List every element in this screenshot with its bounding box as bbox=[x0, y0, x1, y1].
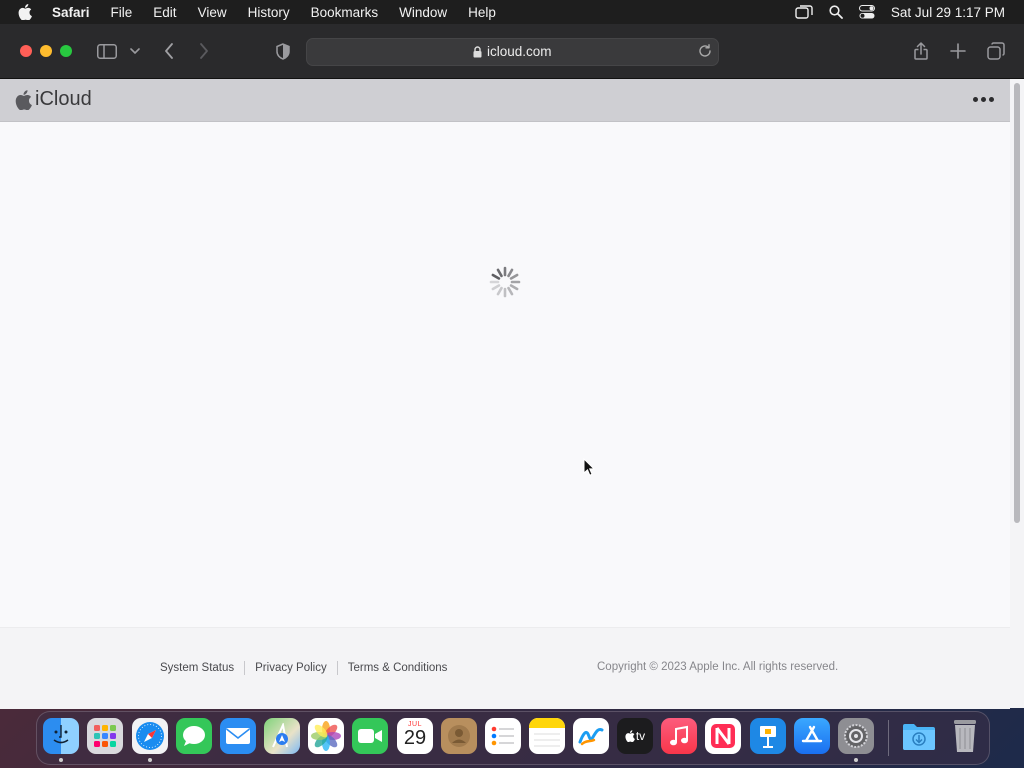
reload-icon[interactable] bbox=[698, 44, 712, 63]
address-url[interactable]: icloud.com bbox=[487, 44, 552, 59]
messages-icon[interactable] bbox=[176, 718, 212, 754]
icloud-header: iCloud bbox=[0, 79, 1010, 122]
terms-conditions-link[interactable]: Terms & Conditions bbox=[348, 662, 448, 674]
launchpad-icon[interactable] bbox=[87, 718, 123, 754]
running-indicator bbox=[148, 758, 152, 762]
minimize-window-button[interactable] bbox=[40, 45, 52, 57]
address-bar[interactable]: icloud.com bbox=[306, 38, 719, 66]
loading-spinner-icon bbox=[489, 266, 521, 298]
dock-divider bbox=[888, 720, 889, 756]
sidebar-toggle-icon[interactable] bbox=[97, 41, 117, 61]
menu-help[interactable]: Help bbox=[468, 5, 496, 20]
running-indicator bbox=[854, 758, 858, 762]
downloads-folder-icon[interactable] bbox=[901, 718, 937, 754]
icloud-brand-text: iCloud bbox=[35, 88, 92, 110]
menubar-clock[interactable]: Sat Jul 29 1:17 PM bbox=[891, 5, 1005, 20]
freeform-icon[interactable] bbox=[573, 718, 609, 754]
calendar-day: 29 bbox=[403, 727, 427, 749]
menu-bookmarks[interactable]: Bookmarks bbox=[311, 5, 379, 20]
scrollbar-thumb[interactable] bbox=[1014, 83, 1020, 523]
news-icon[interactable] bbox=[705, 718, 741, 754]
dock: JUL 29 tv bbox=[36, 711, 990, 765]
spotlight-search-icon[interactable] bbox=[829, 5, 843, 19]
maps-icon[interactable] bbox=[264, 718, 300, 754]
control-center-icon[interactable] bbox=[858, 5, 875, 19]
icloud-logo[interactable]: iCloud bbox=[15, 88, 92, 111]
close-window-button[interactable] bbox=[20, 45, 32, 57]
menu-file[interactable]: File bbox=[111, 5, 133, 20]
menu-safari[interactable]: Safari bbox=[52, 5, 90, 20]
system-status-link[interactable]: System Status bbox=[160, 662, 234, 674]
more-options-icon[interactable] bbox=[973, 97, 994, 102]
copyright-text: Copyright © 2023 Apple Inc. All rights r… bbox=[597, 661, 839, 673]
tab-group-chevron-down-icon[interactable] bbox=[126, 41, 144, 61]
menu-edit[interactable]: Edit bbox=[153, 5, 176, 20]
safari-toolbar: icloud.com bbox=[0, 24, 1024, 79]
mail-icon[interactable] bbox=[220, 718, 256, 754]
screen-mirroring-icon[interactable] bbox=[795, 5, 813, 19]
web-page: iCloud System Status Privacy Policy Term… bbox=[0, 79, 1010, 709]
safari-window: icloud.com iCloud System Status Privacy … bbox=[0, 24, 1024, 709]
system-settings-icon[interactable] bbox=[838, 718, 874, 754]
apple-tv-icon[interactable]: tv bbox=[617, 718, 653, 754]
menu-window[interactable]: Window bbox=[399, 5, 447, 20]
reminders-icon[interactable] bbox=[485, 718, 521, 754]
music-icon[interactable] bbox=[661, 718, 697, 754]
apple-menu-icon[interactable] bbox=[18, 4, 34, 20]
apple-logo-icon bbox=[625, 730, 635, 742]
app-store-icon[interactable] bbox=[794, 718, 830, 754]
tab-overview-icon[interactable] bbox=[986, 41, 1006, 61]
back-chevron-icon[interactable] bbox=[159, 41, 179, 61]
page-scrollbar[interactable] bbox=[1010, 79, 1024, 708]
photos-icon[interactable] bbox=[308, 718, 344, 754]
privacy-policy-link[interactable]: Privacy Policy bbox=[255, 662, 327, 674]
tv-label: tv bbox=[635, 729, 646, 743]
lock-icon bbox=[473, 45, 482, 63]
page-footer: System Status Privacy Policy Terms & Con… bbox=[0, 627, 1010, 709]
share-icon[interactable] bbox=[911, 41, 931, 61]
mouse-cursor-icon bbox=[583, 458, 595, 476]
forward-chevron-icon[interactable] bbox=[194, 41, 214, 61]
notes-icon[interactable] bbox=[529, 718, 565, 754]
facetime-icon[interactable] bbox=[352, 718, 388, 754]
footer-divider bbox=[244, 661, 246, 675]
calendar-icon[interactable]: JUL 29 bbox=[397, 718, 433, 754]
footer-divider bbox=[336, 661, 338, 675]
finder-icon[interactable] bbox=[43, 718, 79, 754]
privacy-shield-icon[interactable] bbox=[273, 41, 293, 61]
running-indicator bbox=[59, 758, 63, 762]
menu-history[interactable]: History bbox=[248, 5, 290, 20]
keynote-icon[interactable] bbox=[750, 718, 786, 754]
safari-icon[interactable] bbox=[132, 718, 168, 754]
menu-view[interactable]: View bbox=[198, 5, 227, 20]
menu-bar: Safari File Edit View History Bookmarks … bbox=[0, 0, 1024, 24]
trash-icon[interactable] bbox=[947, 718, 983, 754]
zoom-window-button[interactable] bbox=[60, 45, 72, 57]
apple-logo-icon bbox=[15, 89, 32, 110]
contacts-icon[interactable] bbox=[441, 718, 477, 754]
new-tab-plus-icon[interactable] bbox=[948, 41, 968, 61]
